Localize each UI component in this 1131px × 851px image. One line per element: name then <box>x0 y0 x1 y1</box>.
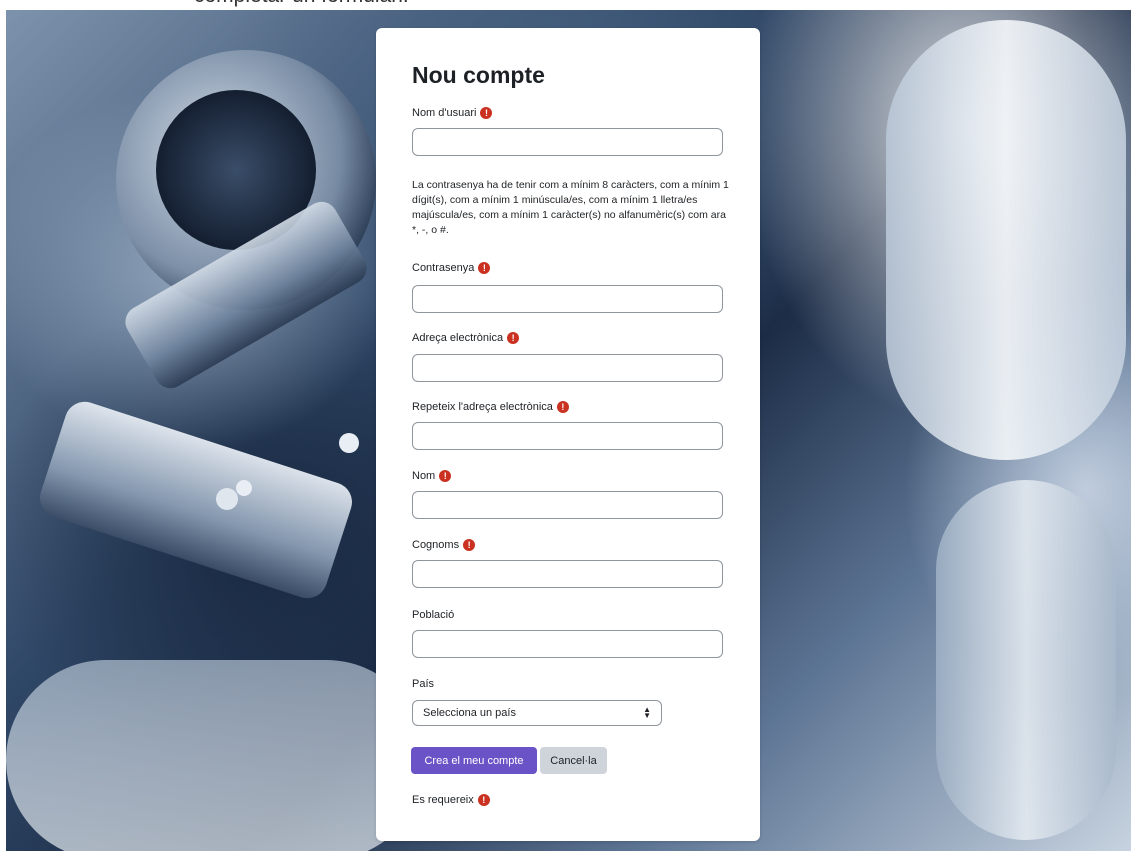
username-input[interactable] <box>412 128 723 156</box>
required-icon: ! <box>477 794 490 806</box>
email-repeat-label-text: Repeteix l'adreça electrònica <box>412 401 553 413</box>
username-label: Nom d'usuari ! <box>412 107 493 119</box>
page-title: Nou compte <box>412 62 545 88</box>
select-arrows-icon: ▲ ▼ <box>643 705 651 720</box>
password-label-text: Contrasenya <box>412 262 475 274</box>
email-label-text: Adreça electrònica <box>412 332 504 344</box>
username-label-text: Nom d'usuari <box>412 107 477 119</box>
country-select[interactable]: Selecciona un país ▲ ▼ <box>412 700 662 726</box>
firstname-label: Nom ! <box>412 470 452 482</box>
country-label: País <box>412 678 434 690</box>
firstname-label-text: Nom <box>412 470 436 482</box>
required-icon: ! <box>439 470 452 482</box>
email-label: Adreça electrònica ! <box>412 332 520 344</box>
signup-card: Nou compte Nom d'usuari ! La contrasenya… <box>376 28 760 841</box>
caption-text: completar un formulari. <box>194 0 409 8</box>
email-repeat-input[interactable] <box>412 422 723 450</box>
required-note: Es requereix ! <box>412 794 490 806</box>
lastname-label-text: Cognoms <box>412 539 460 551</box>
city-label: Població <box>412 609 454 621</box>
required-icon: ! <box>463 539 476 551</box>
city-input[interactable] <box>412 630 723 658</box>
background-shape <box>216 488 238 510</box>
caption-strip: completar un formulari. <box>0 0 1131 10</box>
password-rules-text: La contrasenya ha de tenir com a mínim 8… <box>412 179 729 236</box>
country-selected-value: Selecciona un país <box>423 707 516 719</box>
required-note-text: Es requereix <box>412 794 474 806</box>
required-icon: ! <box>507 332 520 344</box>
background-shape <box>886 20 1126 460</box>
background-shape <box>6 660 426 851</box>
background-shape <box>236 480 252 496</box>
password-label: Contrasenya ! <box>412 262 491 274</box>
cancel-button[interactable]: Cancel·la <box>540 747 607 774</box>
background-shape <box>339 433 359 453</box>
country-label-text: País <box>412 678 435 690</box>
lastname-input[interactable] <box>412 560 723 588</box>
create-account-button[interactable]: Crea el meu compte <box>411 747 537 774</box>
required-icon: ! <box>478 262 491 274</box>
background-shape <box>34 396 358 604</box>
required-icon: ! <box>480 107 493 119</box>
background-shape <box>936 480 1116 840</box>
required-icon: ! <box>556 401 569 413</box>
password-input[interactable] <box>412 285 723 313</box>
email-repeat-label: Repeteix l'adreça electrònica ! <box>412 401 569 413</box>
city-label-text: Població <box>412 609 455 621</box>
lastname-label: Cognoms ! <box>412 539 476 551</box>
firstname-input[interactable] <box>412 491 723 519</box>
email-input[interactable] <box>412 354 723 382</box>
